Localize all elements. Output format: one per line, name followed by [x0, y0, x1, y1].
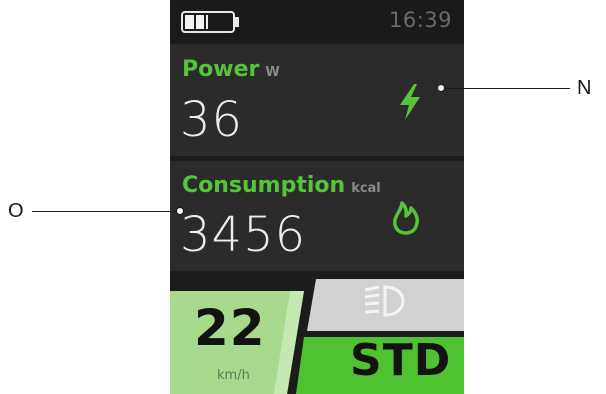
- battery-icon: [181, 11, 239, 33]
- consumption-title: Consumption kcal: [182, 173, 381, 198]
- consumption-unit: kcal: [351, 181, 381, 196]
- callout-dot-n: [437, 84, 445, 92]
- headlight-icon[interactable]: [355, 281, 415, 321]
- consumption-value: 3456: [180, 207, 307, 263]
- power-unit: W: [265, 65, 280, 80]
- speed-unit: km/h: [217, 368, 250, 383]
- callout-dot-o: [176, 207, 184, 215]
- figure: 16:39 Power W 36 Consumption kcal 3456 2…: [0, 0, 606, 394]
- callout-line-n: [442, 88, 570, 89]
- consumption-panel[interactable]: Consumption kcal 3456: [170, 161, 464, 271]
- callout-label-n: N: [577, 77, 592, 99]
- power-panel[interactable]: Power W 36: [170, 44, 464, 156]
- callout-line-o: [32, 211, 180, 212]
- clock-time: 16:39: [388, 8, 452, 32]
- power-label: Power: [182, 57, 260, 82]
- power-title: Power W: [182, 57, 280, 82]
- callout-label-o: O: [8, 200, 24, 222]
- mode-button-label[interactable]: STD: [350, 339, 451, 383]
- bottom-controls: 22 km/h STD: [170, 273, 464, 394]
- consumption-label: Consumption: [182, 173, 346, 198]
- power-value: 36: [180, 92, 244, 148]
- lightning-bolt-icon: [400, 84, 420, 120]
- status-bar: 16:39: [170, 0, 464, 42]
- speed-value: 22: [194, 299, 266, 357]
- display-screen: 16:39 Power W 36 Consumption kcal 3456 2…: [170, 0, 464, 394]
- flame-icon: [393, 201, 419, 235]
